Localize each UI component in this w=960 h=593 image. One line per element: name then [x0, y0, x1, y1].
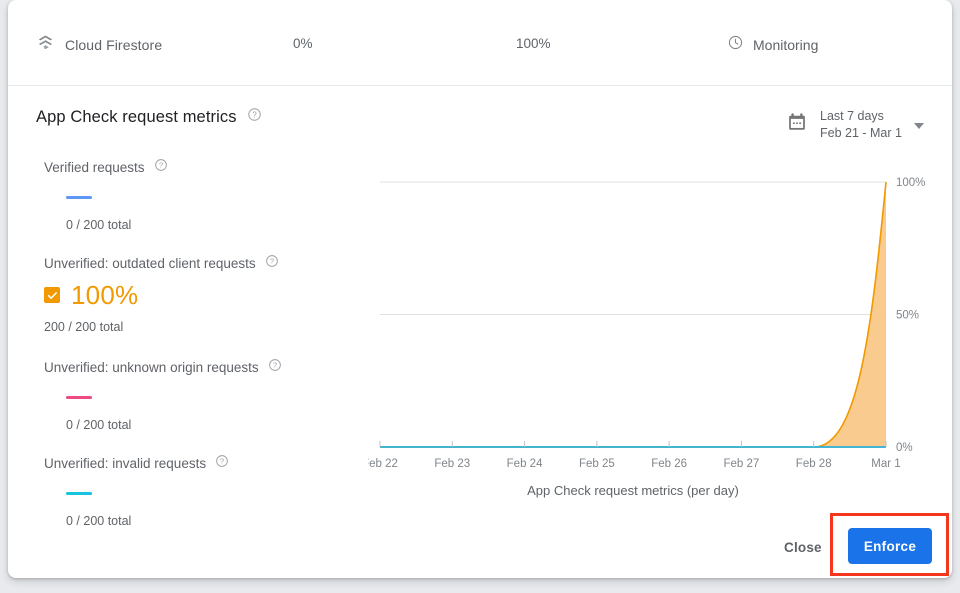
- chart-gridlines: [380, 182, 886, 447]
- chevron-down-icon[interactable]: [914, 123, 924, 129]
- legend-value-row: [44, 383, 364, 411]
- svg-text:?: ?: [220, 457, 224, 466]
- chart-caption: App Check request metrics (per day): [368, 483, 898, 498]
- help-circle-icon[interactable]: ?: [154, 158, 168, 177]
- firestore-layers-icon: [36, 33, 55, 57]
- svg-text:?: ?: [159, 161, 163, 170]
- legend-label: Verified requests: [44, 160, 145, 175]
- svg-text:Feb 27: Feb 27: [724, 458, 760, 470]
- svg-text:0%: 0%: [896, 442, 913, 454]
- header-percent-left: 0%: [293, 36, 313, 51]
- svg-text:Feb 26: Feb 26: [651, 458, 687, 470]
- list-item[interactable]: Unverified: invalid requests ? 0 / 200 t…: [44, 454, 364, 528]
- clock-icon: [727, 34, 744, 56]
- service-header-row: Cloud Firestore 0% 100% Monitoring: [8, 0, 952, 86]
- legend-head: Verified requests ?: [44, 158, 364, 177]
- list-item[interactable]: Unverified: unknown origin requests ? 0 …: [44, 358, 364, 432]
- legend-total: 0 / 200 total: [66, 418, 364, 432]
- svg-text:Feb 28: Feb 28: [796, 458, 832, 470]
- monitoring-status: Monitoring: [727, 34, 818, 56]
- monitoring-label: Monitoring: [753, 37, 818, 53]
- legend-percent: 100%: [71, 282, 138, 308]
- chart-y-tick-labels: 0% 50% 100%: [896, 177, 925, 454]
- legend-head: Unverified: invalid requests ?: [44, 454, 364, 473]
- metric-checkbox[interactable]: [44, 287, 60, 303]
- help-circle-icon[interactable]: ?: [215, 454, 229, 473]
- svg-text:50%: 50%: [896, 310, 919, 322]
- list-item[interactable]: Verified requests ? 0 / 200 total: [44, 158, 364, 232]
- header-percent-right: 100%: [516, 36, 551, 51]
- chart-x-tick-labels: Feb 22 Feb 23 Feb 24 Feb 25 Feb 26 Feb 27 Feb …: [368, 458, 901, 470]
- legend-color-swatch: [66, 196, 92, 199]
- svg-text:Feb 24: Feb 24: [507, 458, 543, 470]
- legend-label: Unverified: unknown origin requests: [44, 360, 259, 375]
- calendar-icon: [786, 111, 808, 138]
- date-range-text: Last 7 days Feb 21 - Mar 1: [820, 108, 902, 141]
- app-check-metrics-chart[interactable]: Feb 22 Feb 23 Feb 24 Feb 25 Feb 26 Feb 27 Feb …: [368, 172, 928, 492]
- service-identity[interactable]: Cloud Firestore: [36, 33, 162, 57]
- legend-total: 0 / 200 total: [66, 218, 364, 232]
- date-range-secondary: Feb 21 - Mar 1: [820, 125, 902, 142]
- svg-text:Feb 23: Feb 23: [434, 458, 470, 470]
- panel-title-row: App Check request metrics ?: [36, 107, 262, 127]
- svg-text:Mar 1: Mar 1: [871, 458, 900, 470]
- legend-value-row: 100%: [44, 279, 364, 311]
- svg-text:Feb 22: Feb 22: [368, 458, 398, 470]
- legend-value-row: [44, 183, 364, 211]
- page-title: App Check request metrics: [36, 108, 237, 127]
- help-circle-icon[interactable]: ?: [265, 254, 279, 273]
- help-circle-icon[interactable]: ?: [247, 107, 262, 127]
- date-range-picker[interactable]: Last 7 days Feb 21 - Mar 1: [786, 108, 924, 141]
- legend-head: Unverified: outdated client requests ?: [44, 254, 364, 273]
- svg-text:100%: 100%: [896, 177, 925, 189]
- legend-value-row: [44, 479, 364, 507]
- help-circle-icon[interactable]: ?: [268, 358, 282, 377]
- app-check-dialog-card: Cloud Firestore 0% 100% Monitoring App C…: [8, 0, 952, 578]
- chart-x-ticks: [380, 441, 886, 447]
- list-item[interactable]: Unverified: outdated client requests ?: [44, 254, 364, 334]
- service-name: Cloud Firestore: [65, 37, 162, 53]
- date-range-primary: Last 7 days: [820, 108, 902, 125]
- legend-color-swatch: [66, 492, 92, 495]
- legend-label: Unverified: outdated client requests: [44, 256, 256, 271]
- legend-color-swatch: [66, 396, 92, 399]
- legend-label: Unverified: invalid requests: [44, 456, 206, 471]
- svg-text:?: ?: [252, 110, 257, 119]
- svg-text:?: ?: [273, 361, 277, 370]
- svg-text:?: ?: [270, 257, 274, 266]
- screen: Cloud Firestore 0% 100% Monitoring App C…: [0, 0, 960, 593]
- legend-total: 0 / 200 total: [66, 514, 364, 528]
- legend-total: 200 / 200 total: [44, 320, 364, 334]
- close-button[interactable]: Close: [776, 534, 830, 561]
- legend-head: Unverified: unknown origin requests ?: [44, 358, 364, 377]
- chart-svg: Feb 22 Feb 23 Feb 24 Feb 25 Feb 26 Feb 27 Feb …: [368, 172, 928, 472]
- svg-text:Feb 25: Feb 25: [579, 458, 615, 470]
- metrics-legend-list: Verified requests ? 0 / 200 total Un: [44, 158, 364, 550]
- enforce-button[interactable]: Enforce: [848, 528, 932, 564]
